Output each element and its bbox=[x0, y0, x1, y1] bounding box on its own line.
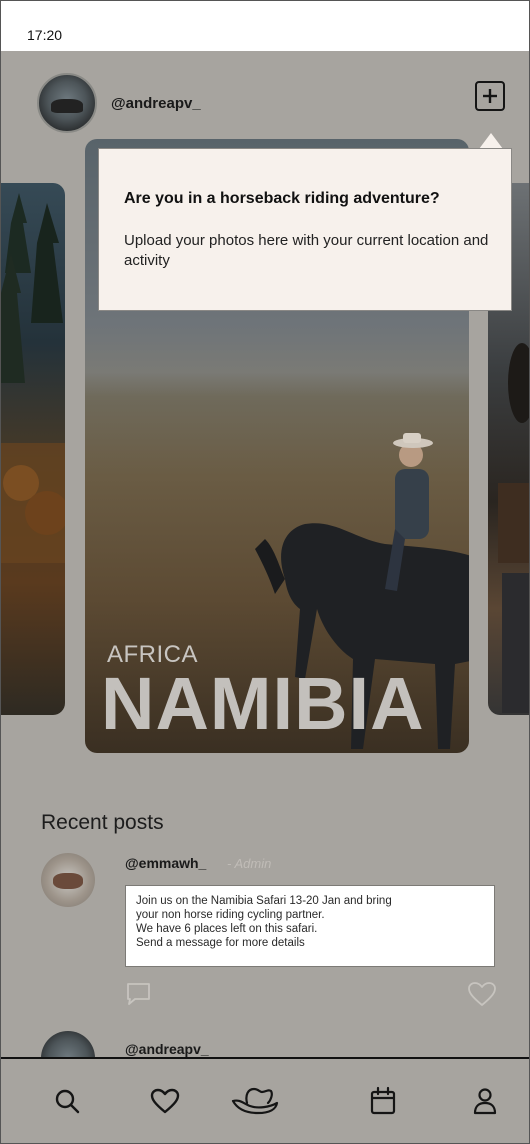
tab-favorites[interactable] bbox=[145, 1081, 185, 1121]
post-username[interactable]: @andreapv_ bbox=[125, 1041, 209, 1057]
post-username[interactable]: @emmawh_ bbox=[125, 855, 206, 871]
phone-screen: 17:20 @andreapv_ AFRICA NAMIBIA Are you … bbox=[0, 0, 530, 1144]
carousel-card-previous[interactable] bbox=[1, 183, 65, 715]
search-icon bbox=[55, 1089, 80, 1114]
avatar[interactable] bbox=[41, 853, 95, 907]
tooltip-title: Are you in a horseback riding adventure? bbox=[124, 190, 440, 207]
tab-profile[interactable] bbox=[465, 1081, 505, 1121]
forest-image bbox=[1, 193, 65, 563]
upload-tooltip[interactable]: Are you in a horseback riding adventure?… bbox=[98, 148, 512, 311]
tab-search[interactable] bbox=[47, 1081, 87, 1121]
recent-posts-title: Recent posts bbox=[41, 811, 164, 834]
post-text-line: Send a message for more details bbox=[136, 937, 305, 949]
calendar-icon bbox=[370, 1086, 396, 1115]
tab-rides[interactable] bbox=[229, 1081, 281, 1121]
comment-icon bbox=[127, 983, 150, 1005]
post-text-line: your non horse riding cycling partner. bbox=[136, 909, 325, 921]
post-text-line: Join us on the Namibia Safari 13-20 Jan … bbox=[136, 895, 392, 907]
avatar[interactable] bbox=[37, 73, 97, 133]
add-post-button[interactable] bbox=[475, 81, 505, 111]
post-role-badge: - Admin bbox=[227, 856, 272, 871]
country-label: NAMIBIA bbox=[101, 662, 425, 745]
tooltip-body: Upload your photos here with your curren… bbox=[124, 232, 489, 269]
profile-icon bbox=[473, 1088, 497, 1115]
heart-icon bbox=[150, 1088, 180, 1114]
tab-calendar[interactable] bbox=[363, 1081, 403, 1121]
bottom-tab-bar bbox=[1, 1057, 529, 1143]
heart-icon bbox=[468, 982, 496, 1006]
status-time: 17:20 bbox=[27, 27, 63, 43]
plus-square-icon bbox=[483, 89, 497, 103]
comment-button[interactable] bbox=[125, 981, 153, 1012]
riding-hat-icon bbox=[231, 1087, 279, 1115]
like-button[interactable] bbox=[467, 981, 497, 1012]
post-text-line: We have 6 places left on this safari. bbox=[136, 923, 318, 935]
tooltip-pointer bbox=[479, 133, 503, 149]
username-label: @andreapv_ bbox=[111, 94, 201, 112]
post-text-box: Join us on the Namibia Safari 13-20 Jan … bbox=[125, 885, 495, 967]
current-user[interactable]: @andreapv_ bbox=[37, 73, 201, 133]
status-bar: 17:20 bbox=[1, 1, 529, 51]
